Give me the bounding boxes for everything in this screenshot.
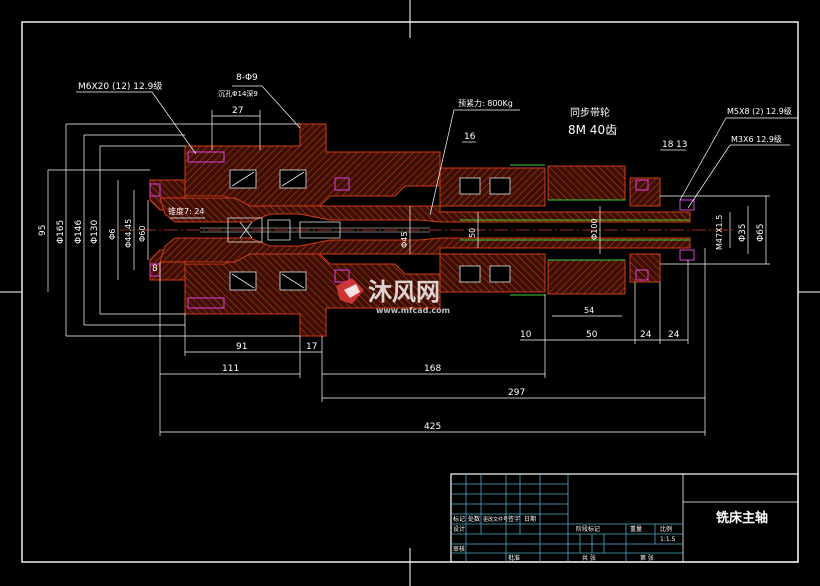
dim-v-d35: Φ35	[738, 223, 748, 242]
tb-file-no: 更改文件号	[483, 516, 508, 523]
thread-m6-note: M6X20 (12) 12.9级	[78, 80, 162, 92]
dim-18: 18	[662, 140, 674, 150]
rear-nut-upper	[629, 177, 661, 207]
dim-v-130: Φ130	[90, 219, 100, 244]
dim-8: 8	[152, 264, 158, 274]
dim-50: 50	[586, 330, 598, 340]
watermark-url: www.mfcad.com	[376, 306, 450, 315]
tb-sign: 签字	[508, 515, 520, 523]
dim-91: 91	[236, 342, 247, 352]
rear-nut-lower	[629, 253, 661, 283]
dim-168: 168	[424, 364, 441, 374]
dim-111: 111	[222, 364, 239, 374]
drawing-title: 铣床主轴	[716, 510, 768, 526]
tb-count: 处数	[468, 515, 480, 523]
cad-drawing: M6X20 (12) 12.9级 8-Φ9 沉孔Φ14深9 预紧力: 800Kg…	[0, 0, 820, 586]
tb-scale-value: 1:1.5	[660, 536, 676, 543]
tb-stage-mark: 阶段标记	[576, 525, 600, 533]
tb-mark: 标记	[453, 515, 465, 523]
tb-sheet2: 第 张	[640, 554, 654, 562]
tb-sheet: 共 张	[582, 554, 596, 562]
taper-note: 锥度7: 24	[168, 206, 205, 216]
tb-review: 审核	[453, 545, 465, 553]
pulley-spec: 8M 40齿	[568, 123, 617, 137]
dim-v-165: Φ165	[56, 220, 66, 244]
dim-13: 13	[676, 140, 687, 150]
pulley-upper	[547, 165, 626, 201]
thread-m3-note: M3X6 12.9级	[731, 134, 782, 144]
watermark: 沐风网 www.mfcad.com	[336, 278, 450, 315]
pulley-lower	[547, 259, 626, 295]
dim-54: 54	[584, 306, 594, 315]
dim-v-146: Φ146	[74, 219, 84, 244]
dim-425: 425	[424, 422, 441, 432]
dim-v-95: 95	[38, 225, 48, 236]
preload-note: 预紧力: 800Kg	[458, 98, 513, 108]
tb-approve: 批准	[508, 554, 520, 562]
thread-m47-note: M47X1.5	[715, 215, 724, 250]
dim-24a: 24	[640, 330, 652, 340]
dim-v-d6: Φ6	[108, 229, 117, 240]
tb-weight: 重量	[630, 525, 642, 533]
dim-v-d65: Φ65	[756, 223, 766, 242]
tb-scale-label: 比例	[660, 525, 672, 533]
tb-design: 设计	[453, 525, 465, 533]
dim-297: 297	[508, 388, 525, 398]
tb-date-top: 日期	[524, 515, 536, 523]
dim-16: 16	[464, 132, 476, 142]
dim-v-d4465: Φ44.45	[124, 219, 133, 248]
watermark-brand: 沐风网	[368, 278, 440, 306]
dim-v-d60: Φ60	[138, 226, 147, 242]
dim-17: 17	[306, 342, 317, 352]
dim-v-d100: Φ100	[590, 218, 599, 240]
holes-note: 8-Φ9	[236, 73, 258, 83]
dim-10: 10	[520, 330, 532, 340]
thread-m5-note: M5X8 (2) 12.9级	[727, 106, 792, 116]
dim-v-d45: Φ45	[400, 232, 409, 248]
dim-v-50: 50	[468, 228, 477, 238]
dim-24b: 24	[668, 330, 680, 340]
housing-upper	[184, 123, 441, 207]
pulley-title: 同步带轮	[570, 106, 610, 119]
counterbore-note: 沉孔Φ14深9	[218, 89, 258, 98]
dim-27: 27	[232, 106, 243, 116]
